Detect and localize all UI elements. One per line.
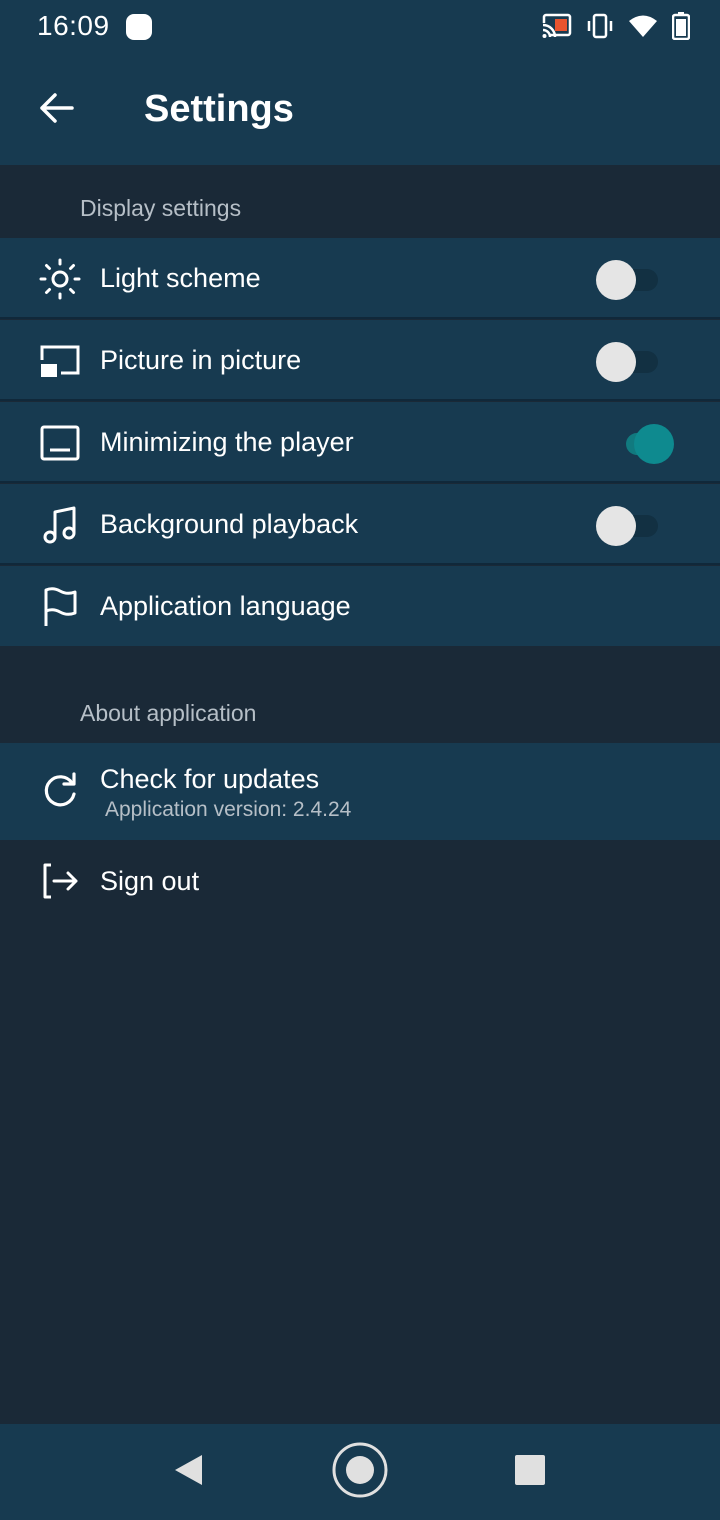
row-divider (0, 563, 720, 565)
row-divider (0, 317, 720, 319)
toggle-light-scheme[interactable] (596, 259, 678, 300)
section-header-about: About application (0, 646, 720, 743)
home-circle-icon (331, 1441, 389, 1504)
setting-row-application-language[interactable]: Application language (0, 566, 720, 646)
toggle-background-playback[interactable] (596, 505, 678, 546)
sign-out-row[interactable]: Sign out (0, 840, 720, 922)
setting-label-minimizing-player: Minimizing the player (100, 427, 354, 457)
toggle-thumb (596, 260, 636, 300)
sign-out-icon (38, 859, 82, 903)
notification-icon (126, 14, 152, 40)
toggle-thumb (596, 506, 636, 546)
toggle-thumb (596, 342, 636, 382)
setting-label-background-playback: Background playback (100, 509, 359, 539)
back-triangle-icon (172, 1453, 204, 1492)
setting-label-check-updates: Check for updates (100, 764, 320, 794)
setting-label-application-language: Application language (100, 591, 351, 621)
section-header-display: Display settings (0, 165, 720, 238)
sign-out-label: Sign out (100, 866, 200, 896)
setting-row-light-scheme[interactable]: Light scheme (0, 238, 720, 319)
setting-row-background-playback[interactable]: Background playback (0, 484, 720, 565)
setting-label-light-scheme: Light scheme (100, 263, 261, 293)
music-note-icon (38, 503, 82, 547)
flag-icon (38, 585, 82, 629)
refresh-icon (38, 769, 82, 813)
status-time: 16:09 (37, 10, 110, 41)
page-title: Settings (144, 88, 294, 130)
wifi-icon (628, 13, 658, 39)
cast-icon (542, 13, 572, 39)
row-divider (0, 399, 720, 401)
app-version-text: Application version: 2.4.24 (105, 798, 352, 821)
minimize-player-icon (38, 421, 82, 465)
back-button[interactable] (24, 84, 88, 136)
nav-back-button[interactable] (158, 1442, 218, 1502)
setting-label-picture-in-picture: Picture in picture (100, 345, 302, 375)
toggle-thumb (634, 424, 674, 464)
arrow-left-icon (38, 92, 74, 129)
toggle-minimizing-player[interactable] (596, 423, 678, 464)
toggle-picture-in-picture[interactable] (596, 341, 678, 382)
sun-icon (38, 257, 82, 301)
row-divider (0, 481, 720, 483)
nav-recents-button[interactable] (500, 1442, 560, 1502)
system-nav-bar (0, 1424, 720, 1520)
status-icons (542, 12, 690, 40)
battery-icon (672, 12, 690, 40)
vibrate-icon (586, 13, 614, 39)
setting-row-check-updates[interactable]: Check for updates Application version: 2… (0, 743, 720, 840)
setting-row-picture-in-picture[interactable]: Picture in picture (0, 320, 720, 401)
setting-row-minimizing-player[interactable]: Minimizing the player (0, 402, 720, 483)
status-bar: 16:09 (0, 0, 720, 54)
nav-home-button[interactable] (330, 1442, 390, 1502)
recents-square-icon (514, 1454, 546, 1491)
section-header-about-label: About application (80, 700, 257, 726)
picture-in-picture-icon (38, 339, 82, 383)
section-header-display-label: Display settings (80, 195, 242, 221)
app-bar: Settings (0, 54, 720, 165)
